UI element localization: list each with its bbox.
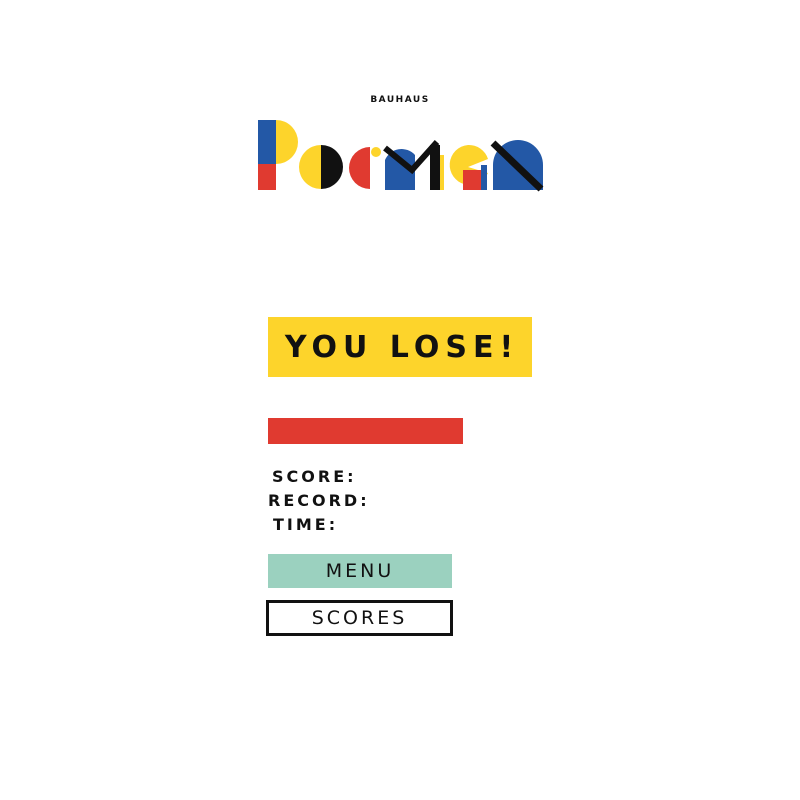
menu-button[interactable]: MENU [268, 554, 452, 588]
logo-letter-a [299, 145, 343, 189]
logo-subtitle: BAUHAUS [370, 95, 430, 105]
logo-letter-n [490, 140, 544, 192]
logo-letter-p [258, 120, 298, 190]
red-divider-bar [268, 418, 463, 444]
record-label: RECORD: [268, 491, 370, 510]
time-label: TIME: [273, 515, 339, 534]
record-stat: RECORD: [268, 491, 378, 510]
score-stat: SCORE: [272, 467, 365, 486]
pacman-logo [258, 120, 544, 192]
you-lose-text: YOU LOSE! [284, 329, 520, 365]
scores-button-label: SCORES [311, 607, 408, 629]
time-stat: TIME: [273, 515, 346, 534]
score-label: SCORE: [272, 467, 357, 486]
scores-button[interactable]: SCORES [266, 600, 453, 636]
game-over-screen: BAUHAUS YOU LOSE! SCORE: RECORD: TIME: M… [0, 0, 800, 800]
logo-letter-c [349, 147, 381, 189]
menu-button-label: MENU [325, 560, 395, 582]
logo-letter-m [383, 140, 444, 190]
you-lose-banner: YOU LOSE! [268, 317, 532, 377]
logo-letter-a2 [449, 144, 488, 190]
